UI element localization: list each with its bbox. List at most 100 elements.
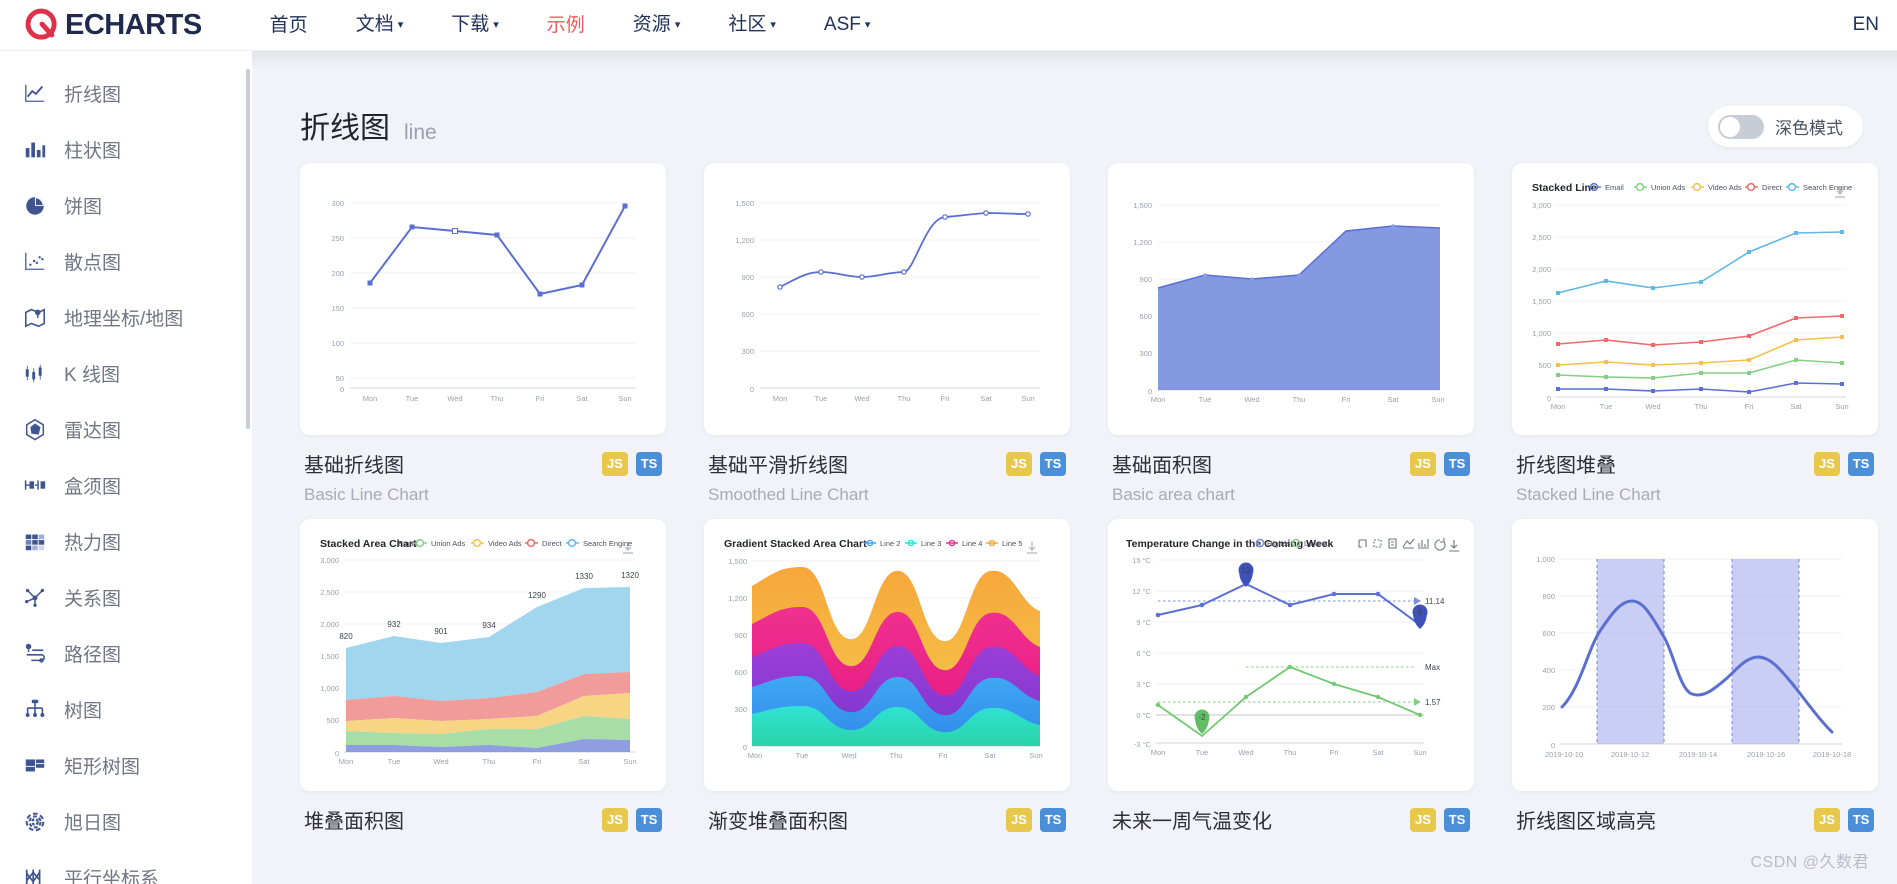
svg-text:3,000: 3,000 <box>320 556 339 565</box>
svg-text:2019-10-14: 2019-10-14 <box>1679 750 1717 759</box>
svg-text:934: 934 <box>482 621 496 630</box>
js-badge[interactable]: JS <box>1410 451 1436 476</box>
nav-item-docs[interactable]: 文档 ▾ <box>332 0 428 51</box>
sidebar-item-boxplot[interactable]: 盒须图 <box>0 457 252 513</box>
sidebar-item-bar[interactable]: 柱状图 <box>0 121 252 177</box>
ts-badge[interactable]: TS <box>1040 451 1066 476</box>
ts-badge[interactable]: TS <box>1848 807 1874 832</box>
card-caption-row: 基础平滑折线图 JS TS <box>704 449 1070 478</box>
nav-item-resources[interactable]: 资源 ▾ <box>609 0 705 51</box>
sidebar-item-parallel[interactable]: 平行坐标系 <box>0 849 252 884</box>
svg-text:12 °C: 12 °C <box>1132 587 1151 596</box>
nav-item-home[interactable]: 首页 <box>246 0 332 51</box>
svg-text:Tue: Tue <box>1196 748 1209 757</box>
js-badge[interactable]: JS <box>1006 807 1032 832</box>
card-badges: JS TS <box>1410 807 1470 832</box>
example-card-stacked-line[interactable]: Stacked Line Email Union Ads Video Ads D… <box>1512 163 1878 505</box>
js-badge[interactable]: JS <box>602 451 628 476</box>
sidebar-item-label: 地理坐标/地图 <box>64 308 184 330</box>
svg-text:1330: 1330 <box>575 572 593 581</box>
ts-badge[interactable]: TS <box>1848 451 1874 476</box>
sidebar-item-line[interactable]: 折线图 <box>0 65 252 121</box>
example-card-basic-line[interactable]: 300 250 200 150 100 50 0 Mon Tue Wed Thu Fri Sat… <box>300 163 666 505</box>
svg-text:Line 5: Line 5 <box>1002 539 1022 548</box>
js-badge[interactable]: JS <box>1006 451 1032 476</box>
svg-text:Search Engine: Search Engine <box>1803 183 1852 192</box>
toggle-switch[interactable] <box>1718 114 1764 139</box>
example-card-stacked-area[interactable]: Stacked Area Chart Email Union Ads Video… <box>300 519 666 834</box>
example-card-basic-area[interactable]: 1,500 1,200 900 600 300 0 Mon Tue Wed Thu Fri Sa… <box>1108 163 1474 505</box>
markpoint-highest: 13 <box>1238 562 1254 587</box>
sidebar-item-graph[interactable]: 关系图 <box>0 569 252 625</box>
svg-text:300: 300 <box>741 347 754 356</box>
js-badge[interactable]: JS <box>1410 807 1436 832</box>
chart-preview[interactable]: Gradient Stacked Area Chart Line 2 Line … <box>704 519 1070 791</box>
echarts-logo-icon <box>24 7 60 43</box>
js-badge[interactable]: JS <box>1814 451 1840 476</box>
ts-badge[interactable]: TS <box>1444 807 1470 832</box>
sidebar-item-radar[interactable]: 雷达图 <box>0 401 252 457</box>
js-badge[interactable]: JS <box>602 807 628 832</box>
svg-text:Video Ads: Video Ads <box>1708 183 1742 192</box>
chart-preview[interactable]: Stacked Line Email Union Ads Video Ads D… <box>1512 163 1878 435</box>
example-card-temperature[interactable]: Temperature Change in the Coming Week Hi… <box>1108 519 1474 834</box>
svg-text:Mon: Mon <box>1551 402 1566 411</box>
bar-chart-icon <box>22 136 48 162</box>
card-caption-row: 折线图堆叠 JS TS <box>1512 449 1878 478</box>
page-body: 折线图 柱状图 饼图 散点图 地理坐标/地图 K 线图 雷达图 盒须图 热力图 … <box>0 51 1897 884</box>
nav-item-asf[interactable]: ASF ▾ <box>800 0 894 51</box>
chart-preview[interactable]: 1,500 1,200 900 600 300 0 Mon Tue Wed Thu Fri Sa… <box>1108 163 1474 435</box>
sidebar-item-label: 柱状图 <box>64 140 122 162</box>
chart-title: Temperature Change in the Coming Week <box>1126 538 1333 550</box>
nav-item-community[interactable]: 社区 ▾ <box>704 0 800 51</box>
heatmap-icon <box>22 528 48 554</box>
chart-preview[interactable]: Stacked Area Chart Email Union Ads Video… <box>300 519 666 791</box>
sidebar-item-label: 热力图 <box>64 532 122 554</box>
ts-badge[interactable]: TS <box>1444 451 1470 476</box>
svg-text:Mon: Mon <box>1151 395 1166 404</box>
radar-icon <box>22 416 48 442</box>
sidebar-item-sunburst[interactable]: 旭日图 <box>0 793 252 849</box>
chart-preview[interactable]: Temperature Change in the Coming Week Hi… <box>1108 519 1474 791</box>
ts-badge[interactable]: TS <box>1040 807 1066 832</box>
card-subtitle: Smoothed Line Chart <box>708 485 869 504</box>
svg-text:2019-10-10: 2019-10-10 <box>1545 750 1583 759</box>
sidebar-item-heatmap[interactable]: 热力图 <box>0 513 252 569</box>
sidebar-item-tree[interactable]: 树图 <box>0 681 252 737</box>
chart-preview[interactable]: 300 250 200 150 100 50 0 Mon Tue Wed Thu Fri Sat… <box>300 163 666 435</box>
sidebar-item-label: 树图 <box>64 700 103 722</box>
svg-text:2,000: 2,000 <box>1532 265 1551 274</box>
svg-text:Fri: Fri <box>1330 748 1339 757</box>
js-badge[interactable]: JS <box>1814 807 1840 832</box>
sidebar-item-treemap[interactable]: 矩形树图 <box>0 737 252 793</box>
svg-text:150: 150 <box>331 304 344 313</box>
svg-text:1,000: 1,000 <box>1536 555 1555 564</box>
svg-text:820: 820 <box>339 632 353 641</box>
sidebar-item-lines[interactable]: 路径图 <box>0 625 252 681</box>
dark-mode-toggle[interactable]: 深色模式 <box>1708 106 1863 147</box>
nav-item-examples[interactable]: 示例 <box>523 0 609 51</box>
area-highlight-line-chart: 1,000 800 600 400 200 0 2019-10-10 2019-… <box>1536 555 1851 759</box>
sidebar-scrollbar[interactable] <box>246 69 250 429</box>
svg-text:Sun: Sun <box>1021 394 1034 403</box>
brand-logo[interactable]: ECHARTS <box>24 7 202 43</box>
example-card-gradient-stacked-area[interactable]: Gradient Stacked Area Chart Line 2 Line … <box>704 519 1070 834</box>
language-switch[interactable]: EN <box>1853 14 1879 36</box>
sidebar-item-candlestick[interactable]: K 线图 <box>0 345 252 401</box>
chart-preview[interactable]: 1,000 800 600 400 200 0 2019-10-10 2019-… <box>1512 519 1878 791</box>
svg-text:Sat: Sat <box>578 757 590 766</box>
example-card-area-highlight[interactable]: 1,000 800 600 400 200 0 2019-10-10 2019-… <box>1512 519 1878 834</box>
sidebar-item-scatter[interactable]: 散点图 <box>0 233 252 289</box>
sidebar-item-pie[interactable]: 饼图 <box>0 177 252 233</box>
example-card-smoothed-line[interactable]: 1,500 1,200 900 600 300 0 Mon Tue Wed Thu Fri Sa… <box>704 163 1070 505</box>
svg-text:1,200: 1,200 <box>1133 238 1152 247</box>
chart-preview[interactable]: 1,500 1,200 900 600 300 0 Mon Tue Wed Thu Fri Sa… <box>704 163 1070 435</box>
svg-text:15 °C: 15 °C <box>1132 556 1151 565</box>
chart-title: Stacked Line <box>1532 182 1597 194</box>
ts-badge[interactable]: TS <box>636 807 662 832</box>
svg-text:Sat: Sat <box>1372 748 1384 757</box>
nav-item-download[interactable]: 下载 ▾ <box>427 0 523 51</box>
sidebar-item-map[interactable]: 地理坐标/地图 <box>0 289 252 345</box>
ts-badge[interactable]: TS <box>636 451 662 476</box>
boxplot-icon <box>22 472 48 498</box>
